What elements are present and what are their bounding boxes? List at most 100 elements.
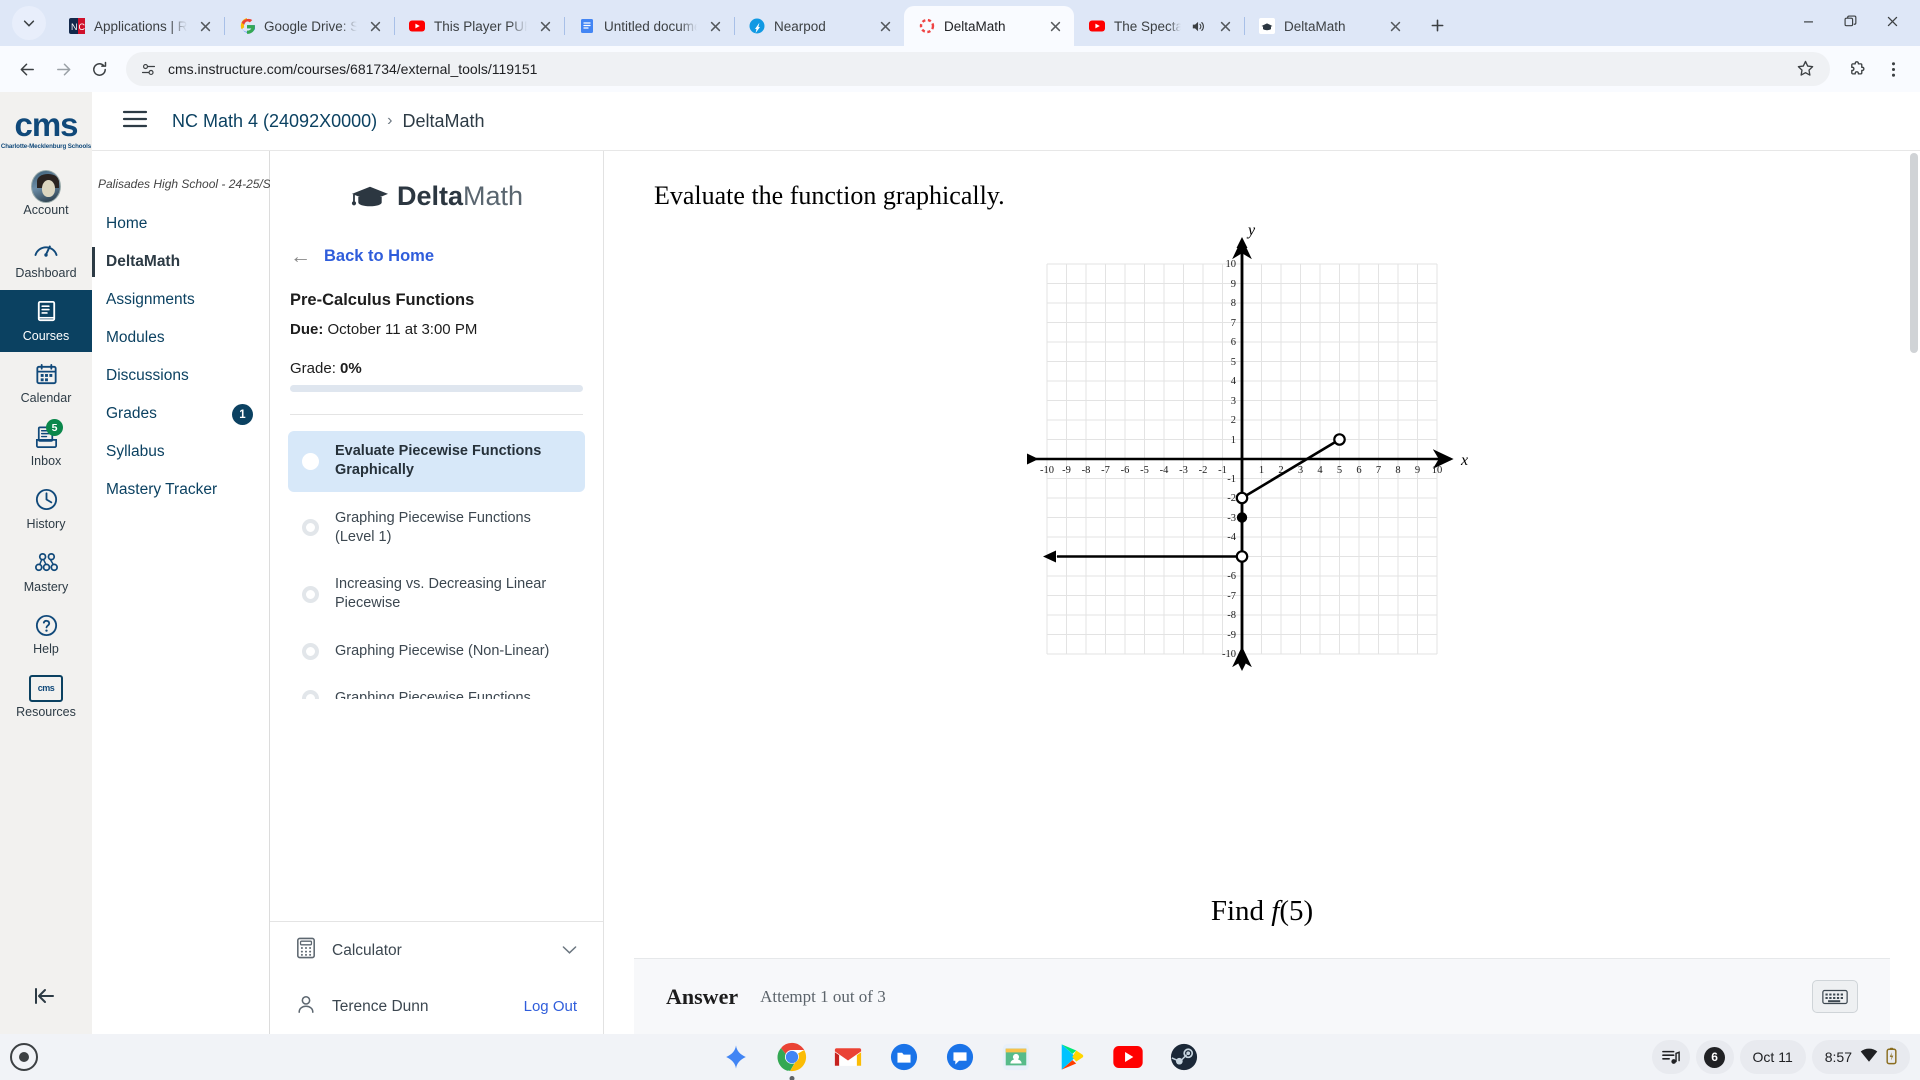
more-vertical-icon: [1891, 61, 1895, 77]
browser-tab[interactable]: DeltaMath: [1244, 6, 1414, 46]
gmail-icon[interactable]: [831, 1040, 865, 1074]
svg-text:3: 3: [1298, 465, 1303, 476]
global-nav-label: Mastery: [23, 579, 69, 594]
global-nav-item-mastery[interactable]: Mastery: [0, 541, 92, 604]
browser-tab[interactable]: Untitled document -: [564, 6, 735, 46]
global-nav-item-courses[interactable]: Courses: [0, 289, 92, 353]
forward-button[interactable]: [46, 52, 80, 86]
keyboard-icon[interactable]: [1812, 980, 1858, 1013]
course-nav-item-home[interactable]: Home: [92, 205, 269, 243]
cms-logo[interactable]: cms Charlotte-Mecklenburg Schools: [1, 102, 91, 164]
course-nav-item-deltamath[interactable]: DeltaMath: [92, 243, 269, 281]
media-playlist-icon[interactable]: [1651, 1040, 1690, 1074]
maximize-button[interactable]: [1830, 4, 1870, 38]
global-nav-item-history[interactable]: History: [0, 478, 92, 541]
youtube-icon[interactable]: [1111, 1040, 1145, 1074]
course-nav-item-discussions[interactable]: Discussions: [92, 357, 269, 395]
back-button[interactable]: [10, 52, 44, 86]
close-icon[interactable]: [706, 17, 724, 35]
problem-label: Graphing Piecewise Functions (Level 1): [335, 509, 531, 545]
svg-text:9: 9: [1231, 279, 1236, 290]
steam-icon[interactable]: [1167, 1040, 1201, 1074]
main-scrollbar[interactable]: [1906, 151, 1920, 1034]
close-window-button[interactable]: [1872, 4, 1912, 38]
minimize-button[interactable]: [1788, 4, 1828, 38]
files-icon[interactable]: [887, 1040, 921, 1074]
close-icon[interactable]: [366, 17, 384, 35]
deltamath-sidebar: DeltaMath ← Back to Home Pre-Calculus Fu…: [270, 151, 604, 1034]
browser-tab[interactable]: Google Drive: Share: [224, 6, 395, 46]
logout-link[interactable]: Log Out: [524, 998, 577, 1015]
chevron-down-icon[interactable]: [562, 943, 577, 958]
browser-tab[interactable]: This Player PURPOS: [394, 6, 565, 46]
global-nav-item-inbox[interactable]: 5 Inbox: [0, 415, 92, 478]
cms-folder-icon: cms: [27, 673, 65, 703]
close-icon[interactable]: [876, 17, 894, 35]
new-tab-button[interactable]: [1422, 10, 1452, 40]
global-nav-label: Inbox: [30, 454, 62, 468]
global-nav-item-calendar[interactable]: Calendar: [0, 352, 92, 415]
course-nav-item-modules[interactable]: Modules: [92, 319, 269, 357]
chat-icon[interactable]: [943, 1040, 977, 1074]
hamburger-icon[interactable]: [116, 103, 154, 140]
course-nav-item-mastery-tracker[interactable]: Mastery Tracker: [92, 471, 269, 509]
close-icon[interactable]: [536, 17, 554, 35]
date-chip[interactable]: Oct 11: [1739, 1040, 1806, 1074]
problem-list-item[interactable]: Graphing Piecewise (Non-Linear): [288, 631, 585, 672]
problem-list-item[interactable]: Increasing vs. Decreasing Linear Piecewi…: [288, 564, 585, 625]
close-icon[interactable]: [1216, 17, 1234, 35]
problem-list-item[interactable]: Evaluate Piecewise Functions Graphically: [288, 431, 585, 492]
notification-counter[interactable]: 6: [1695, 1040, 1734, 1074]
close-icon[interactable]: [196, 17, 214, 35]
svg-text:-10: -10: [1040, 465, 1054, 476]
reload-button[interactable]: [82, 52, 116, 86]
tab-audio-icon[interactable]: [1190, 19, 1205, 34]
chrome-menu-button[interactable]: [1876, 52, 1910, 86]
status-chip[interactable]: 8:57: [1811, 1040, 1910, 1074]
course-nav-item-syllabus[interactable]: Syllabus: [92, 433, 269, 471]
problem-list-item[interactable]: Graphing Piecewise Functions: [288, 678, 585, 699]
extensions-button[interactable]: [1840, 52, 1874, 86]
collapse-nav-button[interactable]: [0, 984, 92, 1008]
tab-search-button[interactable]: [12, 6, 46, 40]
global-nav-item-account[interactable]: Account: [0, 164, 92, 227]
problem-list[interactable]: Evaluate Piecewise Functions Graphically…: [270, 431, 603, 699]
window-controls: [1788, 4, 1912, 38]
classroom-icon[interactable]: [999, 1040, 1033, 1074]
site-settings-icon[interactable]: [140, 61, 157, 78]
question-arg: (5): [1279, 895, 1314, 927]
browser-tab[interactable]: Nearpod: [734, 6, 904, 46]
deltamath-logo[interactable]: DeltaMath: [270, 151, 603, 246]
browser-tab[interactable]: NC Applications | Rapid: [54, 6, 225, 46]
browser-tab[interactable]: The Spectacula: [1074, 6, 1245, 46]
scrollbar-thumb[interactable]: [1910, 153, 1918, 353]
bookmark-star-icon[interactable]: [1796, 59, 1816, 79]
back-to-home-link[interactable]: ← Back to Home: [290, 246, 583, 267]
problem-list-item[interactable]: Graphing Piecewise Functions (Level 1): [288, 498, 585, 559]
browser-tab-active[interactable]: DeltaMath: [904, 6, 1074, 46]
cms-logo-subtext: Charlotte-Mecklenburg Schools: [0, 143, 92, 150]
svg-text:5: 5: [1231, 357, 1236, 368]
dashboard-gauge-icon: [31, 234, 61, 264]
cms-logo-text: cms: [14, 106, 78, 143]
close-icon[interactable]: [1386, 17, 1404, 35]
course-nav-item-grades[interactable]: Grades 1: [92, 395, 269, 433]
close-icon: [1887, 16, 1897, 26]
play-store-icon[interactable]: [1055, 1040, 1089, 1074]
chromeos-launcher-icon[interactable]: [10, 1043, 38, 1071]
global-nav-item-help[interactable]: Help: [0, 603, 92, 666]
global-nav-item-dashboard[interactable]: Dashboard: [0, 227, 92, 290]
address-bar[interactable]: cms.instructure.com/courses/681734/exter…: [126, 52, 1830, 86]
chrome-icon[interactable]: [775, 1040, 809, 1074]
collapse-arrow-icon: [35, 988, 54, 1004]
calculator-row[interactable]: Calculator: [288, 922, 585, 979]
global-nav-item-resources[interactable]: cms Resources: [0, 666, 92, 729]
close-icon[interactable]: [1046, 17, 1064, 35]
course-nav-item-assignments[interactable]: Assignments: [92, 281, 269, 319]
breadcrumb-course[interactable]: NC Math 4 (24092X0000): [172, 111, 377, 132]
global-nav-label: History: [26, 516, 66, 531]
svg-text:-6: -6: [1227, 571, 1236, 582]
back-to-home-label: Back to Home: [324, 247, 435, 265]
gemini-icon[interactable]: [719, 1040, 753, 1074]
svg-text:8: 8: [1395, 465, 1400, 476]
